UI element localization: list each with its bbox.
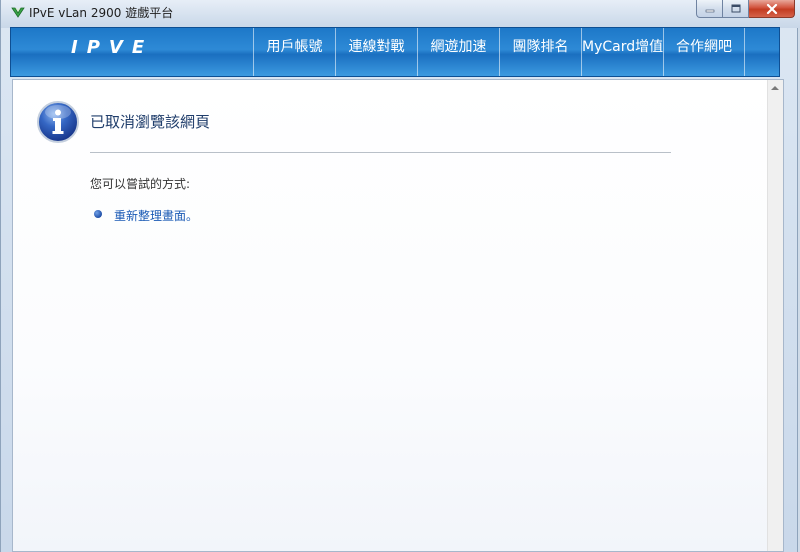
navigation-canceled-page: 已取消瀏覽該網頁 您可以嘗試的方式: 重新整理畫面。 [13,80,767,551]
refresh-link-suffix: 。 [186,209,199,223]
maximize-icon [731,4,740,13]
app-window: IPvE vLan 2900 遊戲平台 IPVE 用戶帳號 連線對戰 網遊加速 … [0,0,800,552]
info-icon [37,101,79,143]
tab-partner-cafes[interactable]: 合作網吧 [663,28,745,76]
title-bar[interactable]: IPvE vLan 2900 遊戲平台 [1,0,800,28]
minimize-button[interactable] [696,0,723,18]
vertical-scrollbar[interactable] [767,80,783,551]
ipve-logo: IPVE [71,37,153,55]
tab-online-battle[interactable]: 連線對戰 [335,28,417,76]
suggestions-label: 您可以嘗試的方式: [90,177,191,191]
minimize-icon [705,9,714,12]
refresh-link-text[interactable]: 重新整理畫面 [114,209,186,223]
divider [90,152,671,153]
tab-mycard-topup[interactable]: MyCard增值 [581,28,663,76]
nav-bar: IPVE 用戶帳號 連線對戰 網遊加速 團隊排名 MyCard增值 合作網吧 [10,27,780,77]
tab-user-account[interactable]: 用戶帳號 [253,28,335,76]
window-title: IPvE vLan 2900 遊戲平台 [29,6,174,20]
nav-tabs: 用戶帳號 連線對戰 網遊加速 團隊排名 MyCard增值 合作網吧 [253,28,745,76]
window-controls [696,0,795,19]
refresh-page-link[interactable]: 重新整理畫面。 [114,207,198,224]
tab-team-ranking[interactable]: 團隊排名 [499,28,581,76]
close-icon [766,3,777,14]
scroll-up-arrow-icon[interactable] [771,86,779,90]
tab-game-acceleration[interactable]: 網遊加速 [417,28,499,76]
app-icon [11,7,25,18]
bullet-icon [94,210,102,218]
maximize-button[interactable] [723,0,749,18]
page-title: 已取消瀏覽該網頁 [90,113,211,131]
logo-text: IPVE [71,37,153,55]
content-frame: 已取消瀏覽該網頁 您可以嘗試的方式: 重新整理畫面。 [12,79,784,552]
close-button[interactable] [749,0,795,18]
